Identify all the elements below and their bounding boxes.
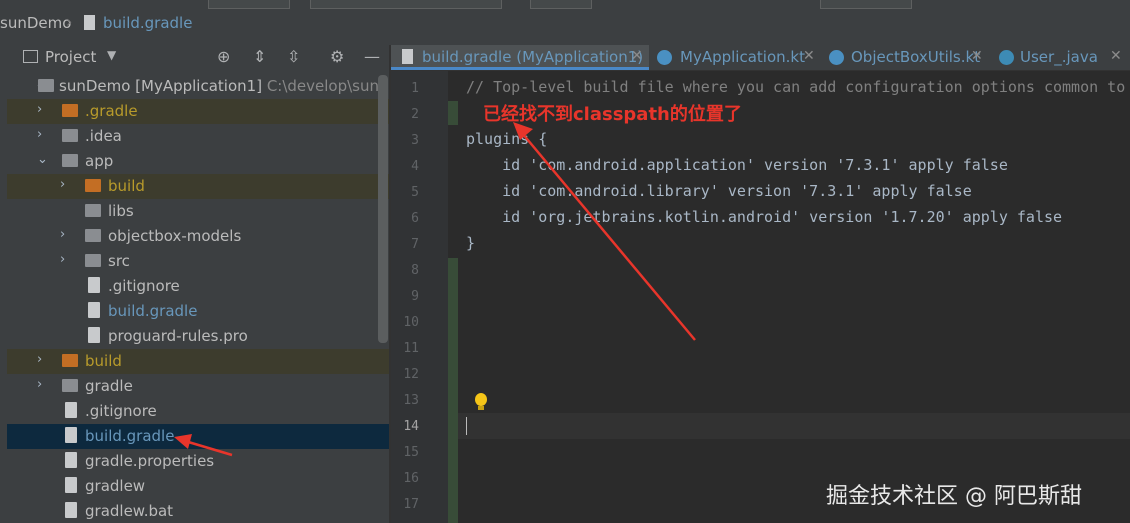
watermark: 掘金技术社区 @ 阿巴斯甜 xyxy=(826,484,1082,509)
annotation-arrows xyxy=(174,122,696,457)
annotation-arrow xyxy=(521,132,696,341)
annotation-arrow xyxy=(184,439,233,457)
arrowhead-icon xyxy=(513,122,533,140)
arrowhead-icon xyxy=(174,434,192,449)
